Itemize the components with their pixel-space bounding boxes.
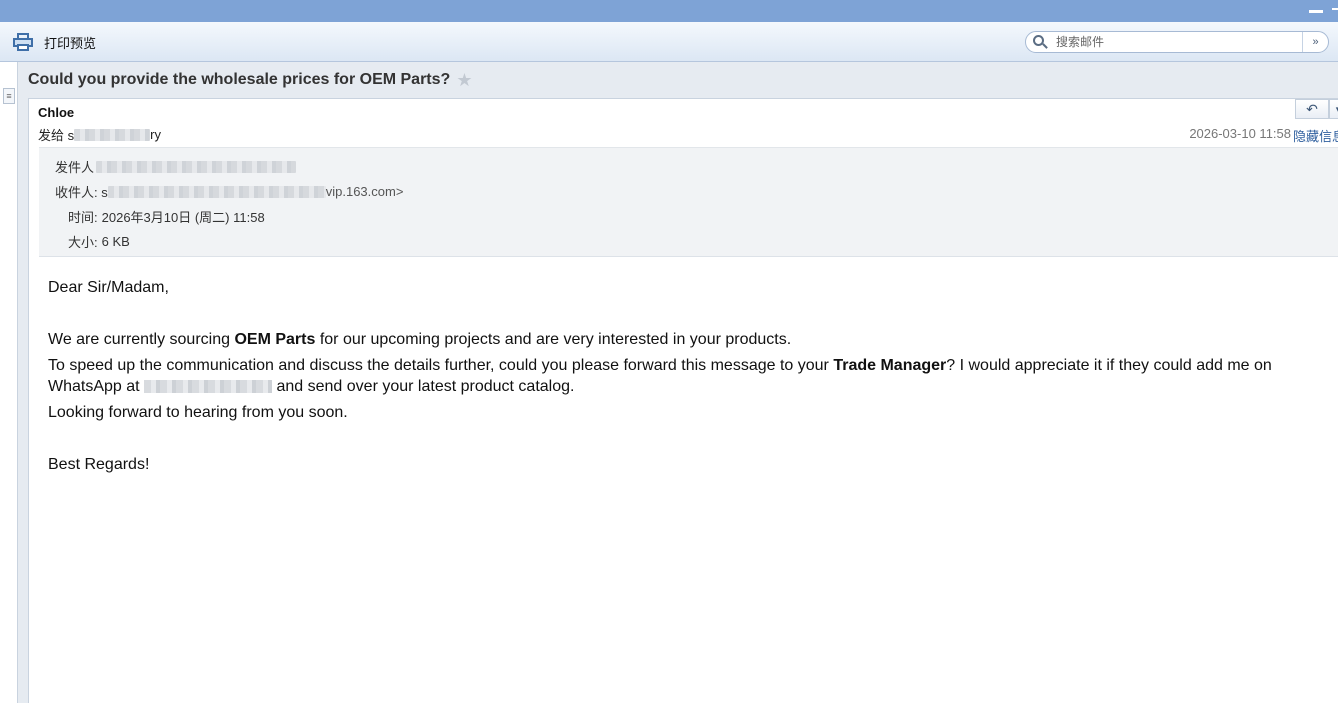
search-icon[interactable] (1033, 35, 1048, 49)
search-options-chevron-icon[interactable]: » (1302, 32, 1328, 52)
size-label: 大小: (68, 235, 98, 250)
star-icon[interactable]: ★ (456, 70, 472, 91)
printer-icon (12, 33, 34, 51)
closing: Best Regards! (48, 456, 150, 473)
reply-icon: ↶ (1306, 100, 1318, 117)
reply-button[interactable]: ↶ (1295, 99, 1329, 119)
maximize-button[interactable] (1332, 8, 1338, 14)
recipient-suffix: ry (150, 127, 161, 142)
oem-parts-bold: OEM Parts (234, 331, 316, 348)
recipient-prefix: 发给 s (38, 128, 75, 143)
mail-header: Chloe 发给 s ry ↶ ▾ 2026-03-10 11:58 隐藏信息 (29, 99, 1338, 147)
redacted-recipient (74, 128, 151, 141)
sender-name[interactable]: Chloe (38, 105, 74, 120)
mail-date: 2026-03-10 11:58 (1189, 126, 1291, 141)
recipient-line: 发给 s ry (38, 125, 161, 144)
size-row: 大小: 6 KB (68, 232, 130, 251)
hide-info-link[interactable]: 隐藏信息 (1293, 126, 1338, 145)
subject-bar: Could you provide the wholesale prices f… (18, 62, 1338, 98)
trade-manager-bold: Trade Manager (833, 357, 947, 374)
redacted-from (96, 160, 297, 173)
from-row: 发件人 (55, 157, 297, 176)
window-titlebar (0, 0, 1338, 22)
time-label: 时间: (68, 210, 98, 225)
greeting: Dear Sir/Madam, (48, 279, 169, 296)
mail-view: Could you provide the wholesale prices f… (18, 62, 1338, 703)
redacted-whatsapp-number (144, 380, 273, 394)
to-address-suffix: vip.163.com> (325, 184, 404, 199)
redacted-to (107, 185, 326, 198)
to-label: 收件人: s (55, 185, 108, 200)
size-value: 6 KB (101, 234, 130, 249)
minimize-button[interactable] (1309, 10, 1323, 13)
mail-details: 发件人 收件人: s vip.163.com> 时间: 2026年3月10日 (… (39, 147, 1338, 257)
search-box: » (1025, 31, 1329, 53)
to-row: 收件人: s vip.163.com> (55, 182, 403, 201)
body-paragraph-1: We are currently sourcing OEM Parts for … (48, 331, 792, 348)
toolbar: 打印预览 » (0, 22, 1338, 62)
more-actions-chevron-icon[interactable]: ▾ (1329, 99, 1338, 119)
mail-content: Chloe 发给 s ry ↶ ▾ 2026-03-10 11:58 隐藏信息 … (28, 98, 1338, 703)
from-label: 发件人 (55, 160, 95, 175)
print-preview-label: 打印预览 (44, 35, 97, 51)
search-input[interactable] (1056, 35, 1296, 49)
body-paragraph-3: Looking forward to hearing from you soon… (48, 404, 348, 421)
body-paragraph-2: To speed up the communication and discus… (48, 357, 1272, 395)
mail-body: Dear Sir/Madam, We are currently sourcin… (48, 277, 1338, 475)
left-gutter: ≡ (0, 62, 18, 703)
time-row: 时间: 2026年3月10日 (周二) 11:58 (68, 207, 265, 226)
print-preview-button[interactable]: 打印预览 (12, 31, 96, 53)
mail-subject: Could you provide the wholesale prices f… (28, 71, 451, 88)
menu-icon[interactable]: ≡ (3, 88, 15, 104)
time-value: 2026年3月10日 (周二) 11:58 (101, 210, 265, 225)
